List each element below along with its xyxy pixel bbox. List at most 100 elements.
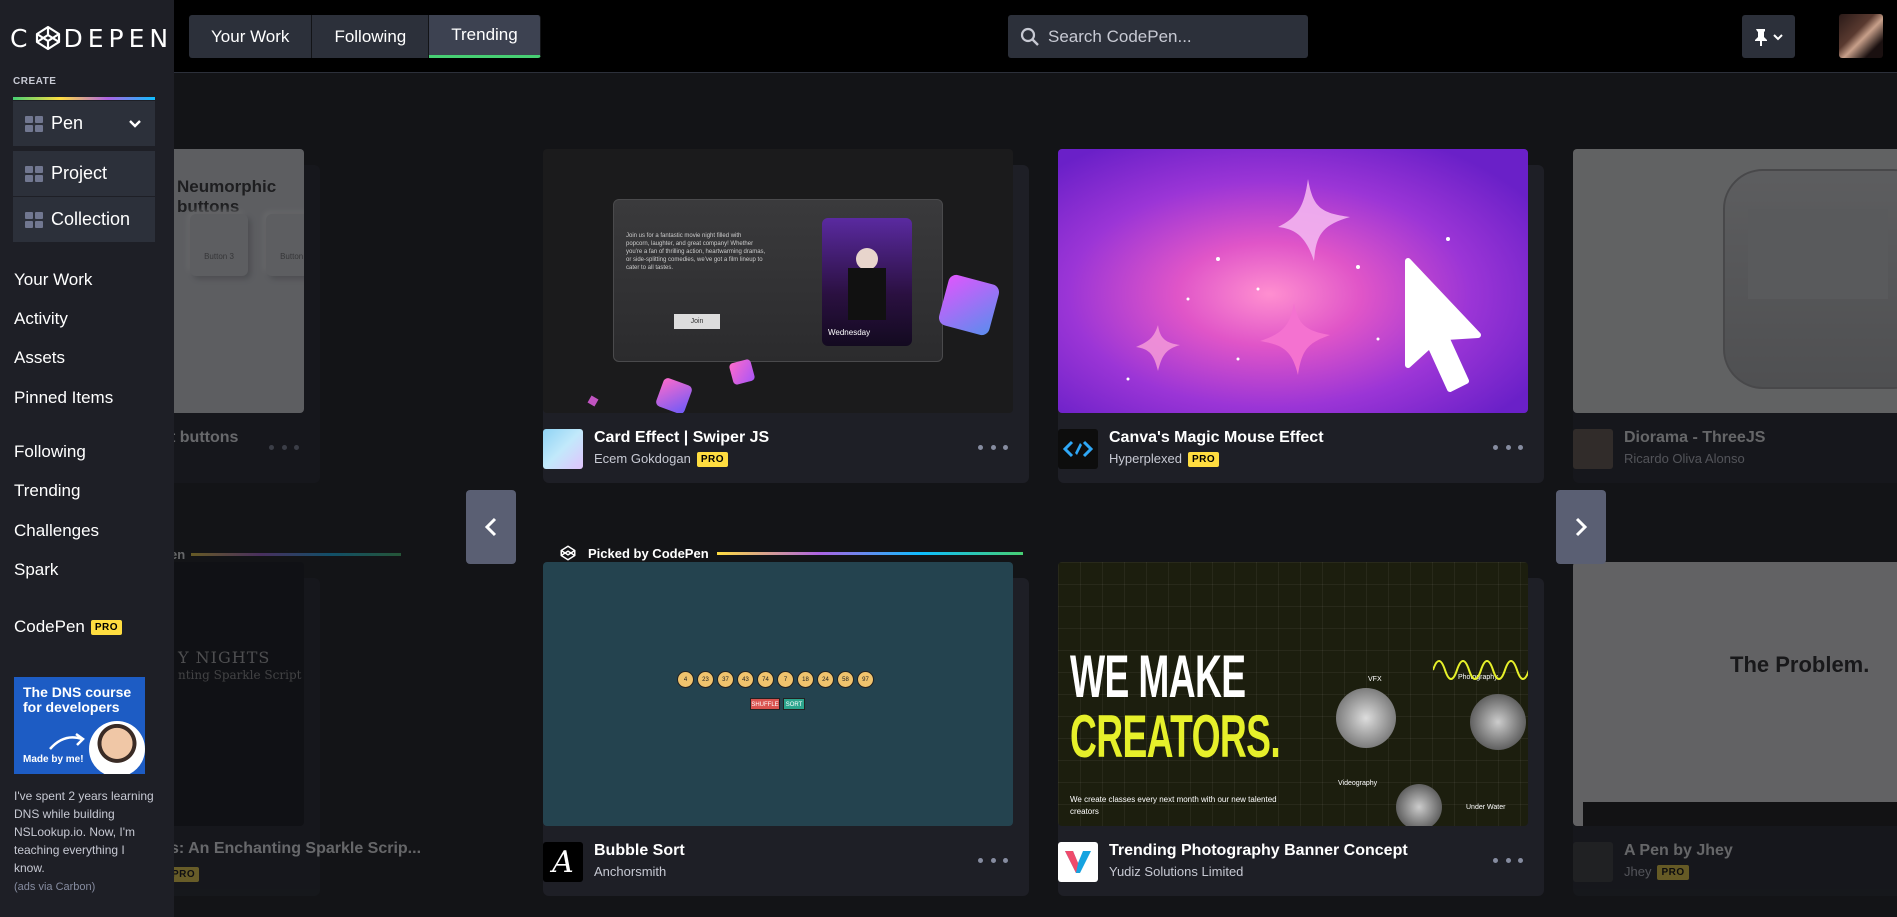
card-author[interactable]: Yudiz Solutions Limited bbox=[1109, 864, 1243, 879]
create-collection-label: Collection bbox=[51, 209, 131, 229]
card-title[interactable]: A Pen by Jhey bbox=[1624, 842, 1733, 860]
tab-your-work[interactable]: Your Work bbox=[189, 15, 313, 58]
project-icon bbox=[25, 165, 43, 182]
bubble-value: 43 bbox=[737, 671, 754, 688]
chevron-down-icon[interactable] bbox=[127, 115, 143, 131]
thumb-subheading: nting Sparkle Script bbox=[178, 668, 302, 682]
carousel-prev-button[interactable] bbox=[466, 490, 516, 564]
pro-badge: PRO bbox=[1188, 452, 1220, 468]
card-thumbnail[interactable]: Neumorphic buttons Button 3 Button 4 bbox=[174, 149, 304, 413]
ad-via-link[interactable]: (ads via Carbon) bbox=[14, 881, 95, 893]
shuffle-button-preview: SHUFFLE bbox=[750, 698, 780, 710]
pin-icon bbox=[1755, 28, 1767, 46]
neumorphic-button: Button 4 bbox=[266, 214, 304, 276]
card-author[interactable]: Jhey PRO bbox=[1624, 864, 1689, 881]
pen-card[interactable]: Canva's Magic Mouse Effect Hyperplexed PR… bbox=[1058, 149, 1544, 483]
sidebar-item-your-work[interactable]: Your Work bbox=[14, 270, 92, 290]
pro-badge: PRO bbox=[90, 620, 123, 636]
sidebar-item-activity[interactable]: Activity bbox=[14, 309, 68, 329]
ad-author-photo bbox=[89, 721, 145, 774]
pen-card[interactable]: The Problem. A Pen by Jhey Jhey PRO bbox=[1573, 562, 1897, 896]
bubble-row: 4 23 37 43 74 7 18 24 58 97 bbox=[677, 671, 877, 688]
user-avatar[interactable] bbox=[1839, 14, 1883, 58]
sidebar-item-pinned-items[interactable]: Pinned Items bbox=[14, 388, 113, 408]
pen-card[interactable]: Join us for a fantastic movie night fill… bbox=[543, 149, 1029, 483]
bubble-value: 24 bbox=[817, 671, 834, 688]
sidebar-item-codepen-pro[interactable]: CodePen PRO bbox=[14, 617, 123, 637]
ad-image[interactable]: The DNS course for developers Made by me… bbox=[14, 677, 145, 774]
search-input[interactable] bbox=[1048, 26, 1288, 47]
card-title-partial[interactable]: s: An Enchanting Sparkle Scrip... bbox=[174, 840, 421, 858]
thumb-title: Neumorphic buttons bbox=[177, 177, 277, 216]
banner-subtext: We create classes every next month with … bbox=[1070, 795, 1277, 816]
pinned-items-button[interactable] bbox=[1742, 15, 1795, 58]
chevron-down-icon bbox=[1773, 33, 1783, 40]
more-options-button[interactable] bbox=[1493, 437, 1523, 457]
sort-button-preview: SORT bbox=[783, 698, 805, 710]
card-thumbnail[interactable] bbox=[1058, 149, 1528, 413]
bubble-value: 7 bbox=[777, 671, 794, 688]
thumb-text: The Problem. bbox=[1730, 652, 1870, 677]
card-thumbnail[interactable]: WE MAKE CREATORS. We create classes ever… bbox=[1058, 562, 1528, 826]
author-avatar[interactable] bbox=[1058, 842, 1098, 882]
sidebar-item-assets[interactable]: Assets bbox=[14, 348, 65, 368]
card-title[interactable]: Bubble Sort bbox=[594, 842, 685, 860]
create-pen-button[interactable]: Pen bbox=[13, 101, 155, 147]
bubble-value: 74 bbox=[757, 671, 774, 688]
sidebar-item-trending[interactable]: Trending bbox=[14, 481, 80, 501]
search-box[interactable] bbox=[1008, 15, 1308, 58]
more-options-button[interactable] bbox=[978, 850, 1008, 870]
author-avatar[interactable] bbox=[1573, 429, 1613, 469]
trending-grid: Neumorphic buttons Button 3 Button 4 t b… bbox=[174, 74, 1897, 917]
author-avatar[interactable]: A bbox=[543, 842, 583, 882]
card-title[interactable]: Diorama - ThreeJS bbox=[1624, 429, 1765, 447]
pen-card[interactable]: Diorama - ThreeJS Ricardo Oliva Alonso bbox=[1573, 149, 1897, 483]
card-thumbnail[interactable]: Join us for a fantastic movie night fill… bbox=[543, 149, 1013, 413]
carousel-next-button[interactable] bbox=[1556, 490, 1606, 564]
card-thumbnail[interactable]: 4 23 37 43 74 7 18 24 58 97 SHUFFLE SORT bbox=[543, 562, 1013, 826]
banner-line-2: CREATORS. bbox=[1070, 703, 1281, 770]
author-avatar[interactable] bbox=[543, 429, 583, 469]
card-thumbnail[interactable] bbox=[1573, 149, 1897, 413]
card-title[interactable]: Canva's Magic Mouse Effect bbox=[1109, 429, 1324, 447]
card-author[interactable]: Hyperplexed PRO bbox=[1109, 451, 1220, 468]
create-pen-label: Pen bbox=[51, 113, 84, 133]
neumorphic-button: Button 3 bbox=[190, 214, 248, 276]
author-avatar[interactable] bbox=[1058, 429, 1098, 469]
more-options-button[interactable] bbox=[1493, 850, 1523, 870]
sidebar-item-challenges[interactable]: Challenges bbox=[14, 521, 99, 541]
card-author[interactable]: Anchorsmith bbox=[594, 864, 666, 879]
tab-following[interactable]: Following bbox=[312, 15, 430, 58]
card-thumbnail[interactable]: Y NIGHTS nting Sparkle Script bbox=[174, 562, 304, 826]
picked-label: Picked by CodePen bbox=[588, 545, 709, 561]
tag-vfx: VFX bbox=[1368, 676, 1382, 683]
pen-card[interactable]: WE MAKE CREATORS. We create classes ever… bbox=[1058, 562, 1544, 896]
tag-under-water: Under Water bbox=[1466, 804, 1506, 811]
sidebar-item-spark[interactable]: Spark bbox=[14, 560, 58, 580]
create-collection-button[interactable]: Collection bbox=[13, 197, 155, 243]
thumb-heading: Y NIGHTS bbox=[178, 648, 271, 667]
pen-card[interactable]: 4 23 37 43 74 7 18 24 58 97 SHUFFLE SORT A Bubble… bbox=[543, 562, 1029, 896]
more-options-button[interactable] bbox=[269, 437, 299, 457]
card-thumbnail[interactable]: The Problem. bbox=[1573, 562, 1897, 826]
topbar: Your Work Following Trending bbox=[174, 0, 1897, 73]
sidebar: C DEPEN CREATE Pen Project Collection Yo bbox=[0, 0, 174, 917]
tabs: Your Work Following Trending bbox=[189, 15, 541, 58]
bubble-value: 4 bbox=[677, 671, 694, 688]
card-author[interactable]: Ricardo Oliva Alonso bbox=[1624, 451, 1745, 466]
create-project-label: Project bbox=[51, 163, 108, 183]
ad-title: The DNS course for developers bbox=[23, 684, 132, 715]
codepen-logo[interactable]: C DEPEN bbox=[10, 22, 173, 54]
bubble-value: 58 bbox=[837, 671, 854, 688]
tab-trending[interactable]: Trending bbox=[429, 15, 541, 58]
create-project-button[interactable]: Project bbox=[13, 151, 155, 197]
card-title[interactable]: Trending Photography Banner Concept bbox=[1109, 842, 1408, 860]
author-avatar[interactable] bbox=[1573, 842, 1613, 882]
create-gradient-bar bbox=[13, 97, 155, 100]
card-title[interactable]: Card Effect | Swiper JS bbox=[594, 429, 769, 447]
create-label: CREATE bbox=[13, 76, 57, 87]
card-author[interactable]: Ecem Gokdogan PRO bbox=[594, 451, 729, 468]
ad-text[interactable]: I've spent 2 years learning DNS while bu… bbox=[14, 787, 154, 877]
more-options-button[interactable] bbox=[978, 437, 1008, 457]
sidebar-item-following[interactable]: Following bbox=[14, 442, 86, 462]
